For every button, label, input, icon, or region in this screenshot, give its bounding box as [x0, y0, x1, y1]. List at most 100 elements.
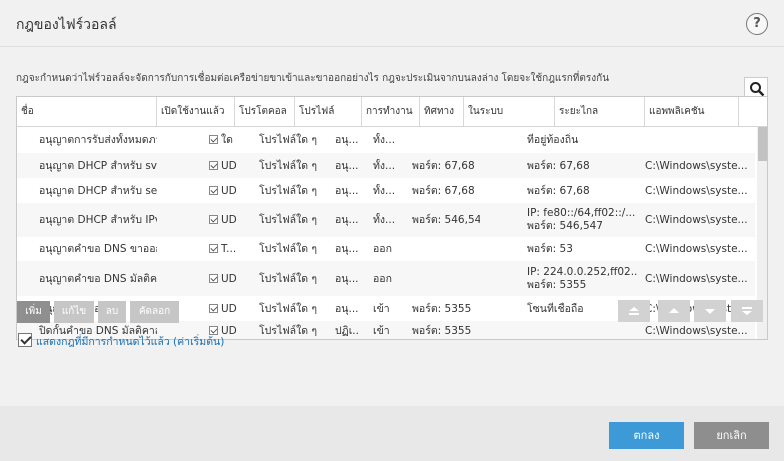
rule-protocol: UDP — [221, 185, 237, 197]
rule-enabled-checkbox[interactable] — [209, 244, 218, 253]
column-header-action[interactable]: การทำงาน — [362, 97, 420, 127]
table-row[interactable]: อนุญาตการรับส่งทั้งหมดภายในค... ใด ๆ โปรไฟ… — [17, 127, 755, 153]
rule-profile: โปรไฟล์ใด ๆ — [259, 214, 317, 226]
rule-protocol: UDP — [221, 160, 237, 172]
rule-name: อนุญาต DHCP สำหรับ svcho... — [39, 160, 157, 172]
rule-application: C:\Windows\syste... — [645, 273, 748, 285]
rule-name: อนุญาตคำขอ DNS มัลติคาสต์ข... — [39, 273, 157, 285]
rule-remote: พอร์ต: 53 — [527, 243, 573, 255]
column-header-local[interactable]: ในระบบ — [464, 97, 555, 127]
column-header-application[interactable]: แอพพลิเคชัน — [645, 97, 739, 127]
rule-profile: โปรไฟล์ใด ๆ — [259, 134, 317, 146]
ok-button[interactable]: ตกลง — [609, 422, 684, 449]
rule-profile: โปรไฟล์ใด ๆ — [259, 243, 317, 255]
up-icon — [669, 308, 679, 313]
rule-direction: เข้า — [373, 303, 390, 315]
rule-local: พอร์ต: 5355 — [412, 303, 472, 315]
rule-remote-line1: IP: fe80::/64,ff02::/... — [527, 207, 636, 219]
cancel-button[interactable]: ยกเลิก — [694, 422, 769, 449]
rule-local: พอร์ต: 546,547 — [412, 214, 480, 226]
rule-profile: โปรไฟล์ใด ๆ — [259, 325, 317, 337]
rule-protocol: T... — [221, 243, 237, 255]
rule-enabled-checkbox[interactable] — [209, 274, 218, 283]
rule-remote-line2: พอร์ต: 546,547 — [527, 220, 603, 232]
dialog-title: กฎของไฟร์วอลล์ — [16, 17, 117, 33]
rules-description: กฎจะกำหนดว่าไฟร์วอลล์จะจัดการกับการเชื่อ… — [16, 73, 610, 84]
rule-remote: ที่อยู่ท้องถิ่น — [527, 134, 579, 146]
rule-action: อนุ... — [335, 134, 359, 146]
rule-action: อนุ... — [335, 160, 359, 172]
rule-profile: โปรไฟล์ใด ๆ — [259, 303, 317, 315]
rule-action: อนุ... — [335, 185, 359, 197]
rule-name: อนุญาต DHCP สำหรับ IPv6 — [39, 214, 157, 226]
rule-protocol: UDP — [221, 273, 237, 285]
edit-button[interactable]: แก้ไข — [54, 301, 94, 323]
rule-direction: ออก — [373, 243, 392, 255]
move-top-button[interactable] — [618, 300, 650, 322]
rule-direction: ออก — [373, 273, 392, 285]
rule-application: C:\Windows\syste... — [645, 243, 748, 255]
add-button[interactable]: เพิ่ม — [17, 301, 50, 323]
rule-protocol: UDP — [221, 303, 237, 315]
double-down-icon — [742, 307, 752, 315]
column-header-remote[interactable]: ระยะไกล — [555, 97, 645, 127]
table-row[interactable]: อนุญาตคำขอ DNS มัลติคาสต์ข... UDP โปรไฟล์ใ… — [17, 261, 755, 296]
move-up-button[interactable] — [658, 300, 690, 322]
rule-enabled-checkbox[interactable] — [209, 161, 218, 170]
column-header-protocol[interactable]: โปรโตคอล — [235, 97, 295, 127]
move-down-button[interactable] — [694, 300, 726, 322]
rule-protocol: ใด ๆ — [221, 134, 237, 146]
rule-enabled-checkbox[interactable] — [209, 215, 218, 224]
rule-enabled-checkbox[interactable] — [209, 135, 218, 144]
show-predefined-checkbox[interactable] — [18, 333, 32, 347]
rule-local: พอร์ต: 67,68 — [412, 160, 475, 172]
table-row[interactable]: อนุญาต DHCP สำหรับ servic... UDP โปรไฟล์ใด… — [17, 178, 755, 203]
table-row[interactable]: อนุญาต DHCP สำหรับ IPv6 UDP โปรไฟล์ใด ๆ อนุ… — [17, 203, 755, 237]
rule-remote: พอร์ต: 67,68 — [527, 160, 590, 172]
dialog-footer: ตกลง ยกเลิก — [0, 406, 784, 461]
rule-action: อนุ... — [335, 243, 359, 255]
rule-direction: ทั้ง... — [373, 134, 396, 146]
rule-enabled-checkbox[interactable] — [209, 304, 218, 313]
table-row[interactable]: อนุญาต DHCP สำหรับ svcho... UDP โปรไฟล์ใด … — [17, 153, 755, 178]
rule-local: พอร์ต: 67,68 — [412, 185, 475, 197]
down-icon — [705, 309, 715, 314]
rule-local: พอร์ต: 5355 — [412, 325, 472, 337]
rule-enabled-checkbox[interactable] — [209, 186, 218, 195]
column-header-direction[interactable]: ทิศทาง — [420, 97, 464, 127]
rule-direction: ทั้ง... — [373, 185, 396, 197]
rule-remote-line1: IP: 224.0.0.252,ff02... — [527, 266, 637, 278]
table-row[interactable]: อนุญาตคำขอ DNS ขาออก T... โปรไฟล์ใด ๆ อนุ..… — [17, 237, 755, 261]
rule-action: ปฏิเ... — [335, 325, 359, 337]
column-header-profile[interactable]: โปรไฟล์ — [295, 97, 362, 127]
rule-direction: ทั้ง... — [373, 214, 396, 226]
rule-remote: IP: fe80::/64,ff02::/... พอร์ต: 546,547 — [527, 207, 637, 233]
rule-name: อนุญาต DHCP สำหรับ servic... — [39, 185, 157, 197]
rule-profile: โปรไฟล์ใด ๆ — [259, 185, 317, 197]
dialog-header: กฎของไฟร์วอลล์ ? — [0, 0, 784, 46]
rule-action: อนุ... — [335, 303, 359, 315]
rule-application: C:\Windows\syste... — [645, 214, 748, 226]
rule-name: อนุญาตคำขอ DNS ขาออก — [39, 243, 157, 255]
search-icon — [750, 82, 765, 97]
rule-application: C:\Windows\syste... — [645, 185, 748, 197]
rule-direction: เข้า — [373, 325, 390, 337]
column-header-name[interactable]: ชื่อ — [17, 97, 157, 127]
rule-action: อนุ... — [335, 214, 359, 226]
rule-profile: โปรไฟล์ใด ๆ — [259, 273, 317, 285]
help-button[interactable]: ? — [746, 13, 768, 35]
copy-button[interactable]: คัดลอก — [130, 301, 179, 323]
rule-application: C:\Windows\syste... — [645, 325, 748, 337]
table-header: ชื่อ เปิดใช้งานแล้ว โปรโตคอล โปรไฟล์ การ… — [17, 97, 767, 127]
scrollbar-thumb[interactable] — [758, 127, 767, 161]
move-bottom-button[interactable] — [731, 300, 763, 322]
delete-button[interactable]: ลบ — [98, 301, 126, 323]
rule-remote: พอร์ต: 67,68 — [527, 185, 590, 197]
rule-remote: IP: 224.0.0.252,ff02... พอร์ต: 5355 — [527, 266, 637, 292]
column-header-enabled[interactable]: เปิดใช้งานแล้ว — [157, 97, 235, 127]
rule-application: C:\Windows\syste... — [645, 160, 748, 172]
rule-remote-line2: พอร์ต: 5355 — [527, 279, 587, 291]
show-predefined-label[interactable]: แสดงกฎที่มีการกำหนดไว้แล้ว (ค่าเริ่มต้น) — [36, 333, 224, 350]
rules-table: ชื่อ เปิดใช้งานแล้ว โปรโตคอล โปรไฟล์ การ… — [16, 96, 768, 340]
rule-direction: ทั้ง... — [373, 160, 396, 172]
